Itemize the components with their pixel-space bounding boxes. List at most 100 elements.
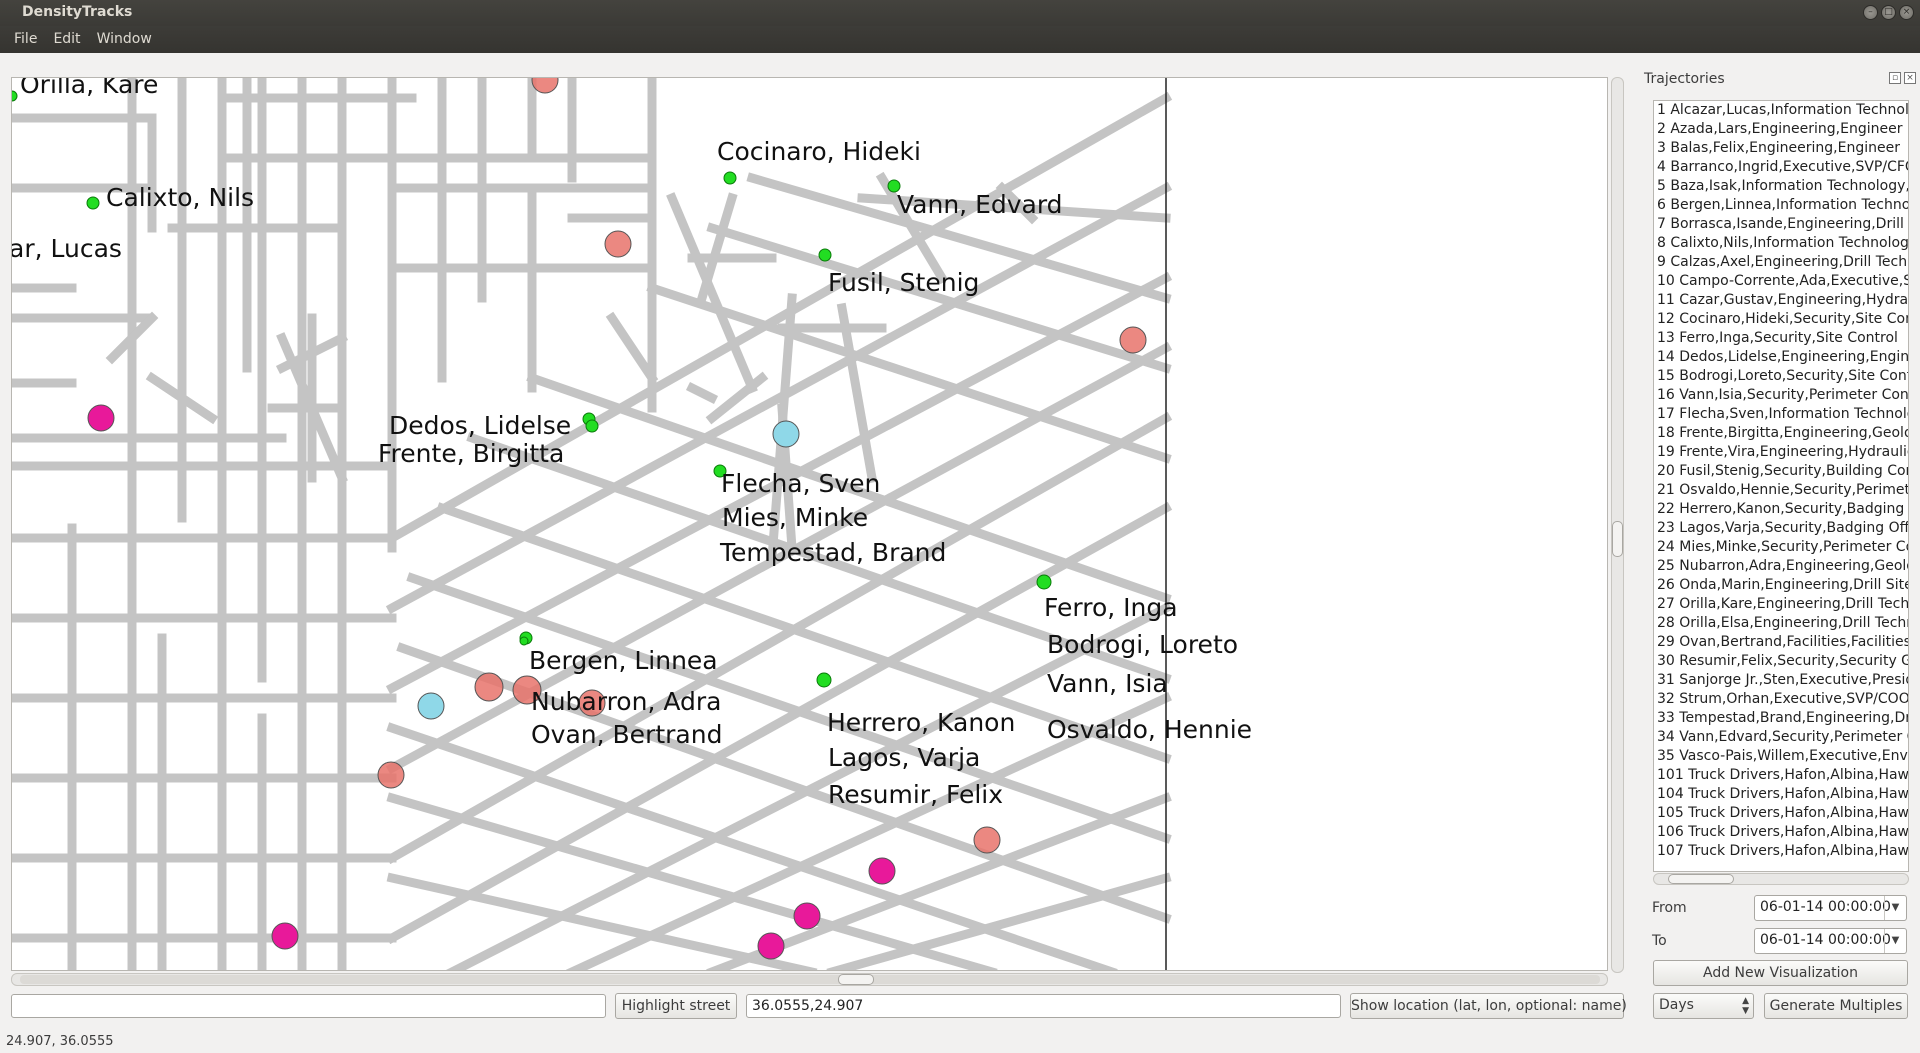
trajectory-list-scrollbar[interactable] bbox=[1653, 873, 1909, 885]
trajectory-list[interactable]: 1 Alcazar,Lucas,Information Technology,I… bbox=[1653, 100, 1909, 872]
trajectory-item[interactable]: 27 Orilla,Kare,Engineering,Drill Technic… bbox=[1654, 595, 1908, 614]
trajectory-item[interactable]: 22 Herrero,Kanon,Security,Badging Office bbox=[1654, 500, 1908, 519]
generate-multiples-button[interactable]: Generate Multiples bbox=[1764, 993, 1908, 1019]
trajectory-item[interactable]: 4 Barranco,Ingrid,Executive,SVP/CFO bbox=[1654, 158, 1908, 177]
trajectory-item[interactable]: 25 Nubarron,Adra,Engineering,Geologist bbox=[1654, 557, 1908, 576]
trajectory-item[interactable]: 17 Flecha,Sven,Information Technology,IT… bbox=[1654, 405, 1908, 424]
chevron-updown-icon: ▲ ▼ bbox=[1742, 996, 1749, 1016]
hotspot-marker[interactable] bbox=[757, 932, 785, 960]
person-marker[interactable] bbox=[585, 419, 599, 433]
map-vertical-scrollbar[interactable] bbox=[1611, 77, 1624, 973]
trajectory-item[interactable]: 33 Tempestad,Brand,Engineering,Drill Tec… bbox=[1654, 709, 1908, 728]
hotspot-marker[interactable] bbox=[87, 404, 115, 432]
person-marker[interactable] bbox=[86, 196, 100, 210]
close-icon[interactable]: × bbox=[1899, 5, 1914, 20]
trajectory-item[interactable]: 104 Truck Drivers,Hafon,Albina,Hawelon bbox=[1654, 785, 1908, 804]
person-marker[interactable] bbox=[818, 248, 832, 262]
menu-file[interactable]: File bbox=[6, 26, 45, 53]
time-unit-select[interactable]: Days ▲ ▼ bbox=[1653, 993, 1754, 1019]
hotspot-marker[interactable] bbox=[604, 230, 632, 258]
person-marker[interactable] bbox=[723, 171, 737, 185]
location-input[interactable]: 36.0555,24.907 bbox=[746, 994, 1341, 1018]
trajectory-item[interactable]: 30 Resumir,Felix,Security,Security Group… bbox=[1654, 652, 1908, 671]
menu-window[interactable]: Window bbox=[89, 26, 160, 53]
highlight-street-button[interactable]: Highlight street bbox=[615, 993, 737, 1019]
hotspot-marker[interactable] bbox=[1119, 326, 1147, 354]
road bbox=[685, 381, 719, 405]
hotspot-marker[interactable] bbox=[868, 857, 896, 885]
street-input[interactable] bbox=[11, 994, 606, 1018]
person-label: Frente, Birgitta bbox=[378, 439, 565, 468]
trajectory-item[interactable]: 105 Truck Drivers,Hafon,Albina,Hawelon bbox=[1654, 804, 1908, 823]
chevron-down-icon[interactable]: ▼ bbox=[1884, 896, 1906, 920]
trajectory-item[interactable]: 34 Vann,Edvard,Security,Perimeter Contro… bbox=[1654, 728, 1908, 747]
trajectory-item[interactable]: 3 Balas,Felix,Engineering,Engineer bbox=[1654, 139, 1908, 158]
hotspot-marker[interactable] bbox=[793, 902, 821, 930]
hotspot-marker[interactable] bbox=[973, 826, 1001, 854]
trajectory-item[interactable]: 8 Calixto,Nils,Information Technology,IT… bbox=[1654, 234, 1908, 253]
trajectory-item[interactable]: 101 Truck Drivers,Hafon,Albina,Hawelon bbox=[1654, 766, 1908, 785]
person-label: ar, Lucas bbox=[11, 234, 122, 263]
trajectory-item[interactable]: 28 Orilla,Elsa,Engineering,Drill Technic… bbox=[1654, 614, 1908, 633]
road bbox=[696, 192, 738, 304]
to-value: 06-01-14 00:00:00 bbox=[1760, 932, 1891, 948]
person-label: Mies, Minke bbox=[722, 503, 869, 532]
road bbox=[386, 722, 1118, 970]
hotspot-marker[interactable] bbox=[377, 761, 405, 789]
map-horizontal-scrollbar[interactable] bbox=[11, 973, 1608, 986]
trajectory-item[interactable]: 18 Frente,Birgitta,Engineering,Geologist bbox=[1654, 424, 1908, 443]
trajectory-item[interactable]: 15 Bodrogi,Loreto,Security,Site Control bbox=[1654, 367, 1908, 386]
trajectory-item[interactable]: 24 Mies,Minke,Security,Perimeter Control bbox=[1654, 538, 1908, 557]
trajectory-item[interactable]: 19 Frente,Vira,Engineering,Hydraulic Tec… bbox=[1654, 443, 1908, 462]
person-label: Flecha, Sven bbox=[721, 469, 881, 498]
add-visualization-button[interactable]: Add New Visualization bbox=[1653, 960, 1908, 986]
trajectory-item[interactable]: 26 Onda,Marin,Engineering,Drill Site Man… bbox=[1654, 576, 1908, 595]
hotspot-marker[interactable] bbox=[772, 420, 800, 448]
trajectory-item[interactable]: 2 Azada,Lars,Engineering,Engineer bbox=[1654, 120, 1908, 139]
person-marker[interactable] bbox=[519, 636, 529, 646]
hotspot-marker[interactable] bbox=[417, 692, 445, 720]
trajectory-item[interactable]: 1 Alcazar,Lucas,Information Technology,I… bbox=[1654, 101, 1908, 120]
chevron-down-icon[interactable]: ▼ bbox=[1884, 929, 1906, 953]
trajectory-item[interactable]: 11 Cazar,Gustav,Engineering,Hydraulic Te… bbox=[1654, 291, 1908, 310]
trajectory-item[interactable]: 14 Dedos,Lidelse,Engineering,Engineering… bbox=[1654, 348, 1908, 367]
scroll-handle[interactable] bbox=[1668, 874, 1734, 884]
show-location-button[interactable]: Show location (lat, lon, optional: name) bbox=[1350, 993, 1627, 1019]
trajectory-item[interactable]: 35 Vasco-Pais,Willem,Executive,Environme… bbox=[1654, 747, 1908, 766]
to-datetime[interactable]: 06-01-14 00:00:00 ▼ bbox=[1754, 928, 1907, 954]
trajectory-item[interactable]: 29 Ovan,Bertrand,Facilities,Facilities G… bbox=[1654, 633, 1908, 652]
trajectory-item[interactable]: 23 Lagos,Varja,Security,Badging Office bbox=[1654, 519, 1908, 538]
trajectory-item[interactable]: 13 Ferro,Inga,Security,Site Control bbox=[1654, 329, 1908, 348]
trajectory-item[interactable]: 31 Sanjorge Jr.,Sten,Executive,President… bbox=[1654, 671, 1908, 690]
trajectory-item[interactable]: 7 Borrasca,Isande,Engineering,Drill Tech… bbox=[1654, 215, 1908, 234]
hotspot-marker[interactable] bbox=[271, 922, 299, 950]
trajectory-item[interactable]: 106 Truck Drivers,Hafon,Albina,Hawelon bbox=[1654, 823, 1908, 842]
person-label: Cocinaro, Hideki bbox=[717, 137, 921, 166]
minimize-icon[interactable]: – bbox=[1863, 5, 1878, 20]
trajectory-item[interactable]: 6 Bergen,Linnea,Information Technology,I… bbox=[1654, 196, 1908, 215]
hotspot-marker[interactable] bbox=[474, 672, 504, 702]
from-datetime[interactable]: 06-01-14 00:00:00 ▼ bbox=[1754, 895, 1907, 921]
map-view[interactable]: Orilla, Kare Calixto, Nils ar, Lucas Coc… bbox=[11, 77, 1608, 971]
trajectory-item[interactable]: 9 Calzas,Axel,Engineering,Drill Technici… bbox=[1654, 253, 1908, 272]
trajectory-item[interactable]: 5 Baza,Isak,Information Technology,IT Te… bbox=[1654, 177, 1908, 196]
close-panel-icon[interactable]: × bbox=[1904, 72, 1916, 84]
trajectory-item[interactable]: 21 Osvaldo,Hennie,Security,Perimeter Con… bbox=[1654, 481, 1908, 500]
from-value: 06-01-14 00:00:00 bbox=[1760, 899, 1891, 915]
trajectory-item[interactable]: 10 Campo-Corrente,Ada,Executive,SVP/CIO bbox=[1654, 272, 1908, 291]
trajectory-item[interactable]: 16 Vann,Isia,Security,Perimeter Control bbox=[1654, 386, 1908, 405]
scroll-handle[interactable] bbox=[838, 974, 874, 985]
person-label: Bodrogi, Loreto bbox=[1047, 630, 1239, 659]
person-marker[interactable] bbox=[816, 672, 832, 688]
person-label: Vann, Edvard bbox=[897, 190, 1063, 219]
trajectory-item[interactable]: 32 Strum,Orhan,Executive,SVP/COO bbox=[1654, 690, 1908, 709]
scroll-handle[interactable] bbox=[1612, 521, 1623, 557]
float-icon[interactable]: ▫ bbox=[1889, 72, 1901, 84]
trajectory-item[interactable]: 20 Fusil,Stenig,Security,Building Contro… bbox=[1654, 462, 1908, 481]
trajectory-item[interactable]: 12 Cocinaro,Hideki,Security,Site Control bbox=[1654, 310, 1908, 329]
trajectory-item[interactable]: 107 Truck Drivers,Hafon,Albina,Hawelon bbox=[1654, 842, 1908, 861]
maximize-icon[interactable]: □ bbox=[1881, 5, 1896, 20]
person-marker[interactable] bbox=[1036, 574, 1052, 590]
person-marker[interactable] bbox=[12, 90, 18, 102]
menu-edit[interactable]: Edit bbox=[45, 26, 88, 53]
